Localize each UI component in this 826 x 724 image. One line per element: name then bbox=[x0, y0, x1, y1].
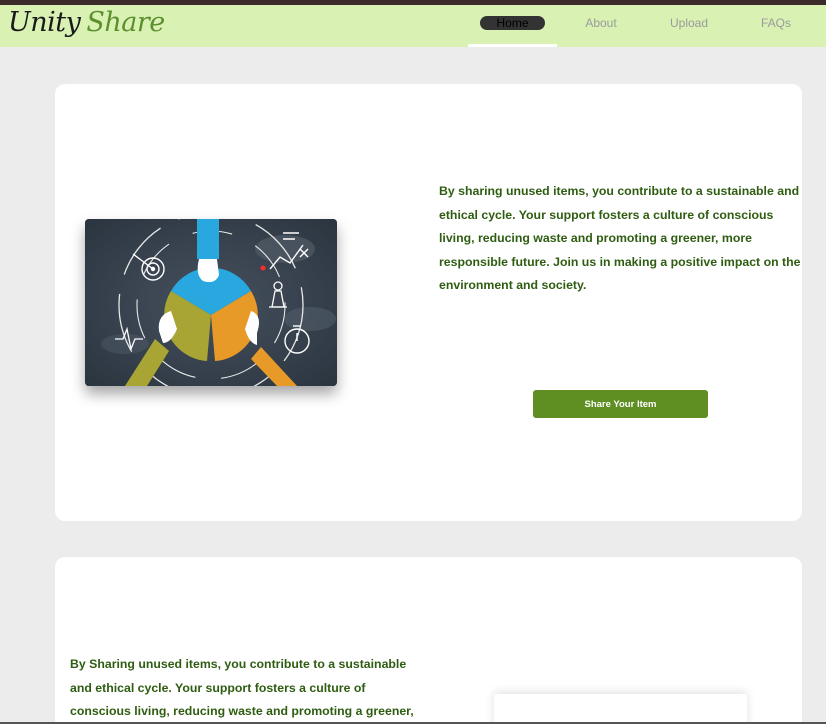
section2-image-card bbox=[494, 694, 747, 724]
nav-active-indicator bbox=[468, 44, 557, 47]
logo-word-unity: Unity bbox=[8, 7, 81, 38]
share-your-item-button[interactable]: Share Your Item bbox=[533, 390, 708, 418]
nav-link-home[interactable]: Home bbox=[480, 16, 545, 30]
nav-link-upload[interactable]: Upload bbox=[669, 16, 709, 30]
section2-description: By Sharing unused items, you contribute … bbox=[70, 657, 414, 719]
logo-word-share: Share bbox=[86, 7, 165, 38]
nav-link-about[interactable]: About bbox=[585, 16, 617, 30]
sharing-illustration bbox=[85, 219, 337, 386]
navbar: Unity Share Home About Upload FAQs bbox=[0, 5, 826, 47]
site-logo[interactable]: Unity Share bbox=[8, 7, 165, 38]
hero-description: By sharing unused items, you contribute … bbox=[439, 184, 801, 293]
nav-link-faqs[interactable]: FAQs bbox=[760, 16, 792, 30]
